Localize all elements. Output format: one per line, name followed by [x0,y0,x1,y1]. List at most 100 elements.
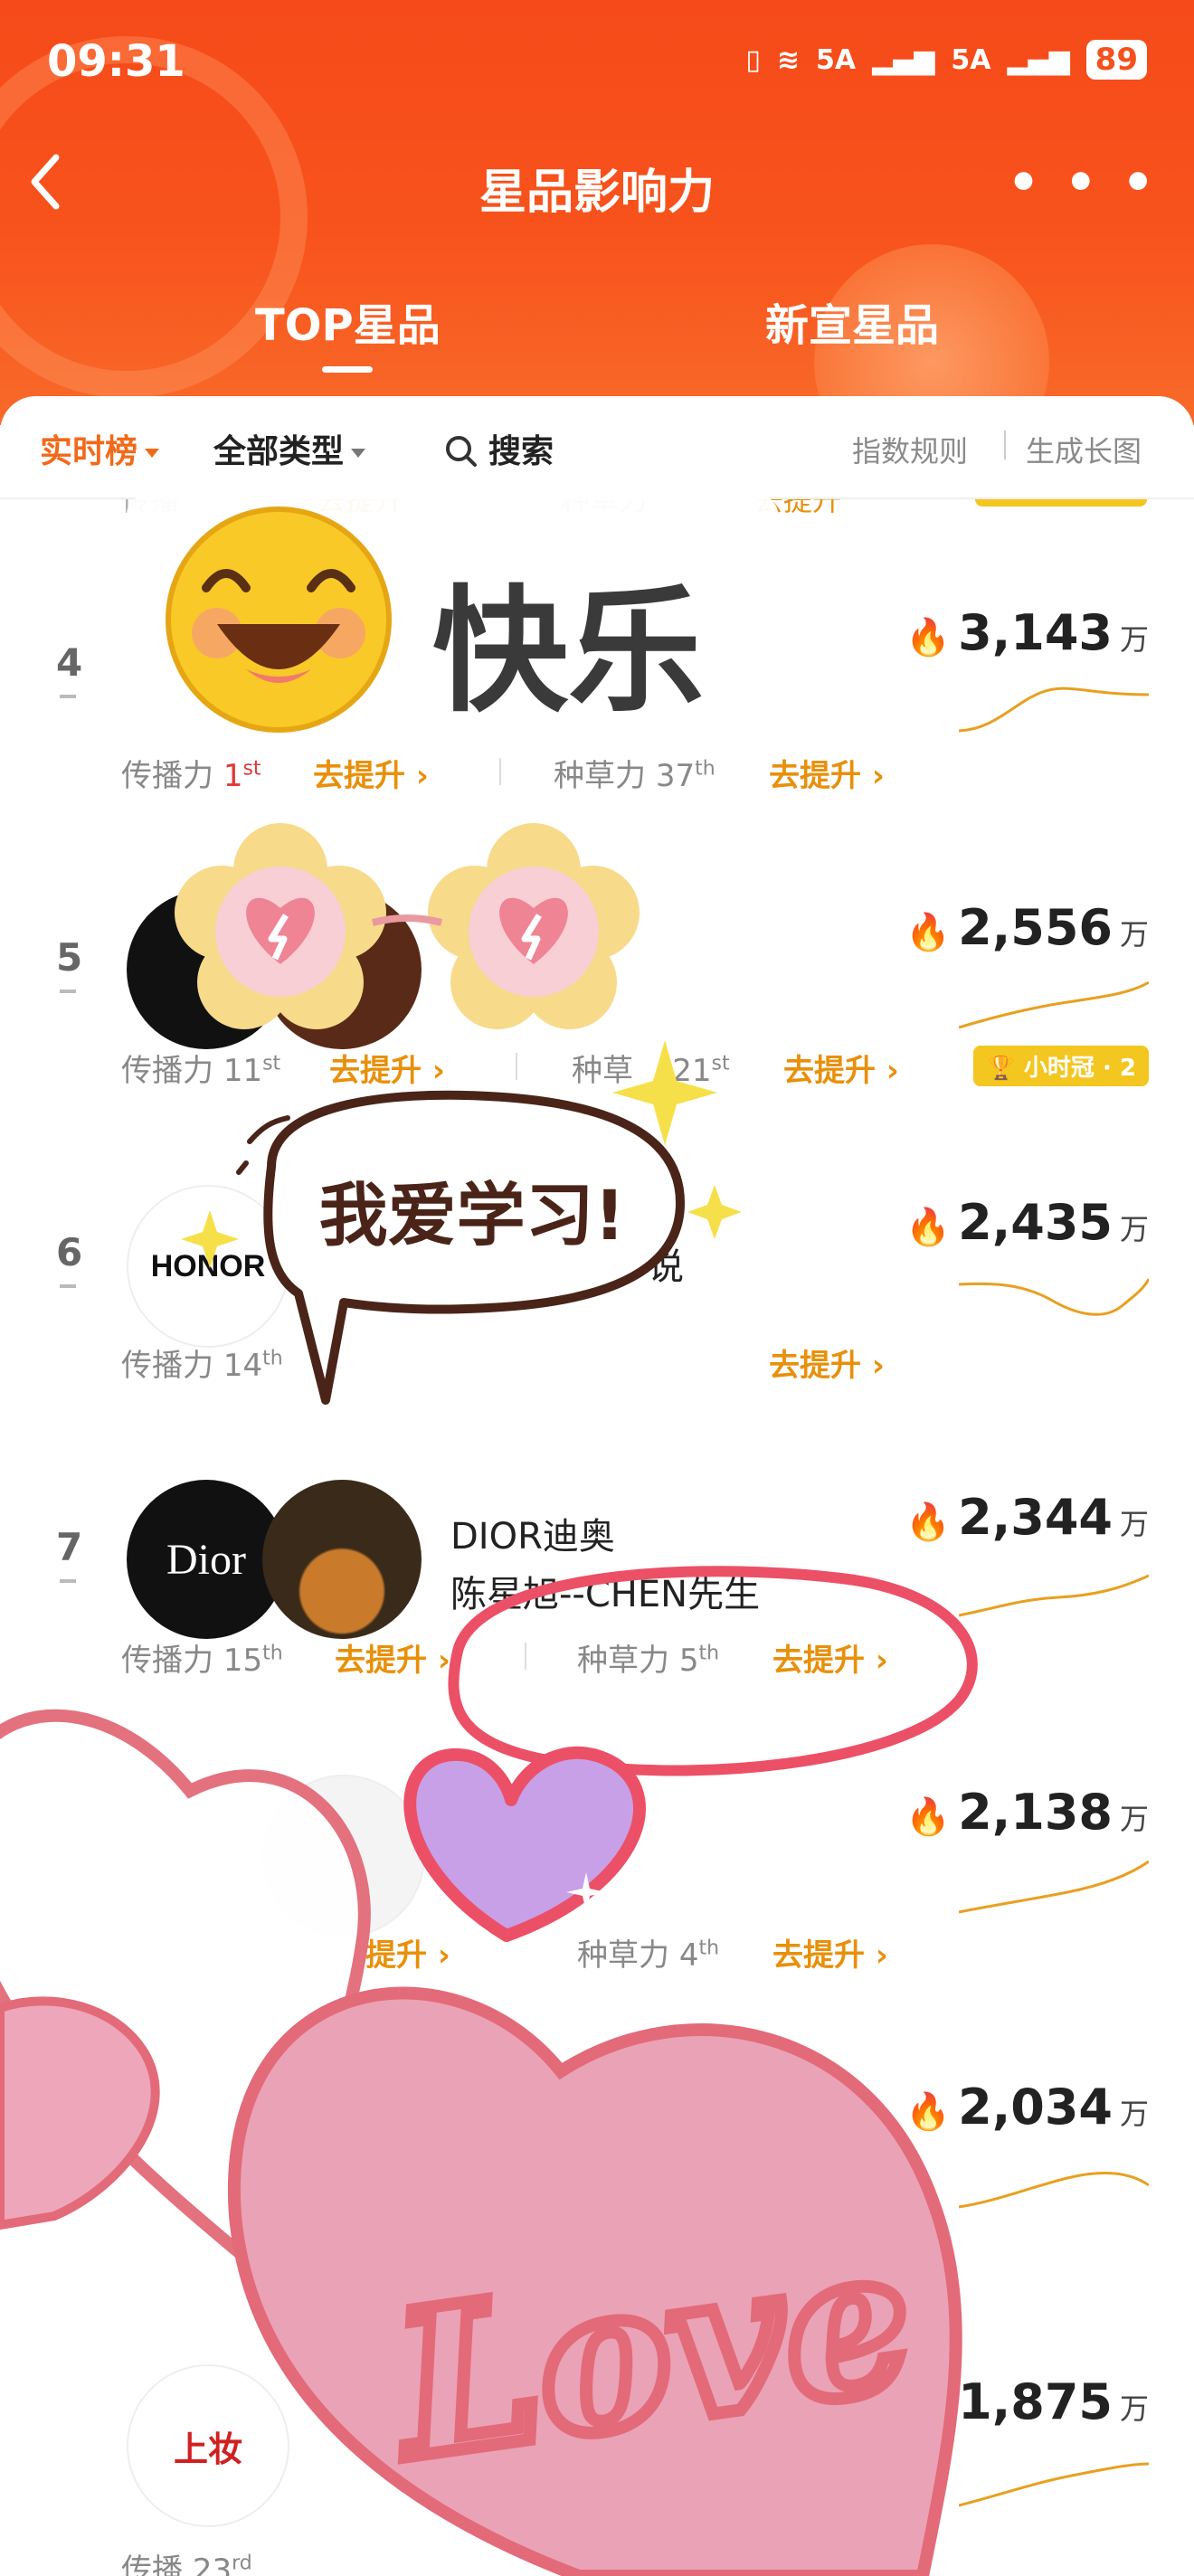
chevron-down-icon [351,449,366,458]
spread-improve-link[interactable]: 去提升 › [329,1046,445,1090]
more-button[interactable]: • • • [1008,154,1158,213]
influence-score: 🔥 2,034 万 [905,2079,1149,2136]
improve-label: 去提升 [329,1053,422,1089]
trend-sparkline [959,1860,1149,1914]
score-unit: 万 [1119,2097,1149,2131]
spread-label: 传播力 [121,758,213,794]
ranking-panel: 实时榜 全部类型 搜索 指数规则 生成长图 传播 去提升 种草力 去提升 4 🔥… [0,396,1194,2576]
grass-rank: 5 [678,1643,699,1679]
grass-improve-link[interactable]: 去提升 › [769,1340,885,1385]
trend-sparkline [959,1574,1149,1617]
trend-sparkline [959,687,1149,733]
improve-label: 去提升 [772,1643,865,1679]
celebrity-name: 陈星旭--CHEN先生 [450,1574,761,1615]
score-unit: 万 [1119,1507,1149,1541]
search-button[interactable]: 搜索 [443,425,554,472]
grass-metric: 种草 21st [572,1046,730,1090]
influence-score: 🔥 3,143 万 [905,604,1149,661]
grass-label: 种草力 [577,1643,669,1679]
spread-metric: 传播力 15th [121,1635,283,1680]
grass-rank-suffix: th [698,1937,720,1960]
trend-sparkline [959,2462,1149,2507]
generate-image-link[interactable]: 生成长图 [1026,429,1142,470]
spread-rank-suffix: rd [232,2552,252,2575]
ranking-row[interactable]: 上妆 🔥 1,875 万 传播 23rd [0,2283,1194,2576]
rank-number: 4 [56,640,83,685]
spread-label: 传播力 [121,1053,213,1089]
spread-rank-suffix: st [262,1052,281,1075]
flame-icon: 🔥 [905,617,952,658]
grass-improve-link[interactable]: 去提升 › [772,1930,888,1975]
spread-rank-suffix: th [262,1642,283,1665]
realtime-dropdown[interactable]: 实时榜 [40,425,160,472]
spread-rank: 23 [192,2552,232,2576]
ranking-row[interactable]: 6 HONOR 说 🔥 2,435 万 传播力 14th 去提升 › [0,1103,1194,1398]
signal-label-2: 5A [951,43,991,76]
row-metrics: 传播力 11st 去提升 › 种草 21st 去提升 › [121,1046,1026,1091]
influence-score: 🔥 1,875 万 [905,2373,1149,2430]
divider [499,758,501,785]
score-value: 2,034 [958,2079,1113,2136]
nav-bar: 星品影响力 • • • [0,145,1194,226]
ranking-row[interactable]: 🔥 2,138 万 提升 › 种草力 4th 去提升 › [0,1693,1194,1988]
rank-number: 6 [56,1230,83,1274]
grass-rank-suffix: st [711,1052,730,1075]
tab-top-products[interactable]: TOP星品 [255,289,441,373]
ranking-row[interactable]: 5 🔥 2,556 万 传播力 11st 去提升 › 种草 21st 去提升 ›… [0,809,1194,1103]
grass-improve-link[interactable]: 去提升 › [772,1635,888,1680]
flame-icon: 🔥 [905,1796,952,1838]
score-value: 2,556 [958,899,1113,956]
grass-metric: 种草力 4th [577,1930,719,1975]
status-time: 09:31 [47,36,185,87]
improve-label: 提升 [365,1937,427,1974]
rank-number: 7 [56,1525,83,1569]
badge-label: 小时冠 · 2 [1023,1055,1136,1082]
brand-logo: HONOR [127,1185,289,1348]
grass-rank: 37 [655,758,696,794]
tab-bar: TOP星品 新宣星品 [0,289,1194,389]
ranking-row[interactable]: 🔥 2,034 万 [0,1988,1194,2283]
grass-improve-link[interactable]: 去提升 › [769,751,885,795]
improve-label: 去提升 [769,1348,861,1384]
flame-icon: 🔥 [905,2386,952,2428]
spread-rank: 11 [223,1053,263,1089]
grass-rank-suffix: th [698,1642,720,1665]
tab-new-products[interactable]: 新宣星品 [765,289,939,353]
improve-label: 去提升 [769,758,861,794]
score-unit: 万 [1119,1212,1149,1246]
rank-number: 5 [56,935,83,980]
score-value: 3,143 [958,604,1113,661]
divider [516,1053,517,1080]
spread-rank: 14 [223,1348,263,1384]
index-rules-link[interactable]: 指数规则 [852,429,968,470]
type-dropdown[interactable]: 全部类型 [213,425,366,472]
ellipsis-icon: • • • [1007,154,1158,213]
row-metrics: 传播力 1st 去提升 › 种草力 37th 去提升 › [121,751,1026,796]
trophy-icon: 🏆 [986,1055,1016,1082]
spread-rank-suffix: th [262,1347,283,1370]
score-value: 2,138 [958,1784,1113,1841]
flame-icon: 🔥 [905,2091,952,2133]
row-metrics: 传播 23rd [121,2545,1026,2576]
ranking-row[interactable]: 7 Dior DIOR迪奥 陈星旭--CHEN先生 🔥 2,344 万 传播力 … [0,1398,1194,1693]
influence-score: 🔥 2,556 万 [905,899,1149,956]
grass-label: 种草 [572,1053,633,1089]
realtime-label: 实时榜 [40,433,138,470]
flame-icon: 🔥 [905,912,952,953]
spread-improve-link[interactable]: 去提升 › [313,751,429,795]
improve-label: 去提升 [772,1937,865,1974]
chevron-down-icon [145,449,160,458]
rank-change-indicator [60,1284,76,1288]
ranking-row[interactable]: 4 🔥 3,143 万 传播力 1st 去提升 › 种草力 37th 去提升 › [0,514,1194,809]
spread-improve-link[interactable]: 去提升 › [335,1635,450,1680]
hour-crown-badge: 🏆 小时冠 · 2 [973,1046,1149,1086]
grass-improve-link[interactable]: 去提升 › [783,1046,899,1090]
score-unit: 万 [1119,622,1149,657]
score-unit: 万 [1119,2391,1149,2426]
spread-improve-link[interactable]: 提升 › [365,1930,450,1975]
divider [1004,431,1006,459]
signal-bars-icon: ▂▄▆ [872,43,935,76]
spread-rank: 1 [223,758,243,794]
type-label: 全部类型 [213,433,345,470]
spread-label: 传播力 [121,1348,213,1384]
